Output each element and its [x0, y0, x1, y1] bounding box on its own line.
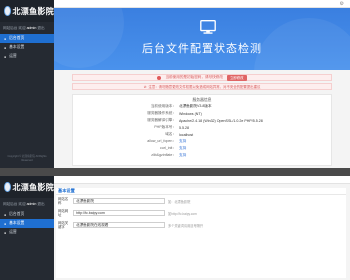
warning-icon: [157, 75, 162, 80]
field-label: 网站名称: [58, 197, 69, 205]
gear-icon[interactable]: ⚙: [340, 1, 344, 7]
settings-screenshot: 北漂鱼影院 网站后台 欢迎 admin 退出 ● 后台首页 ● 基本设置 ● 运…: [0, 176, 350, 280]
sidebar-item-label: 基本设置: [9, 45, 25, 49]
welcome-text: 网站后台 欢迎 admin 退出: [3, 26, 45, 30]
sidebar-item-home[interactable]: ● 后台首页: [0, 210, 54, 219]
hero-banner: 后台文件配置状态检测: [54, 8, 350, 70]
screenshot-divider: [0, 168, 350, 176]
sidebar-item-operations[interactable]: ● 运营: [0, 228, 54, 237]
field-hint: 多个关键词请用逗号隔开: [168, 223, 204, 228]
form-row: 网站关键字 北漂鱼影院在线观看 多个关键词请用逗号隔开: [56, 219, 346, 231]
sidebar-item-settings[interactable]: ● 基本设置: [0, 219, 54, 228]
welcome-text: 网站后台 欢迎 admin 退出: [3, 202, 45, 206]
password-warning: 当前使用的是初始密码，请尽快修改 立即修改: [72, 74, 332, 81]
monitor-icon: [200, 20, 216, 34]
info-row: PHP版本号： 5.5.28: [154, 125, 189, 130]
copyright: Copyright © 北漂鱼影院 All Rights Reserved: [7, 155, 47, 162]
sidebar-item-label: 后台首页: [9, 212, 25, 216]
bullet-icon: ●: [4, 45, 7, 50]
bullet-icon: ●: [4, 36, 7, 41]
info-row: zlib&gzinflate： 支持: [151, 153, 187, 157]
sidebar-item-operations[interactable]: ● 运营: [0, 52, 54, 61]
sidebar-item-label: 后台首页: [9, 36, 25, 40]
change-password-button[interactable]: 立即修改: [226, 74, 247, 81]
info-row: 服务器操作系统： Windows (NT): [147, 111, 202, 116]
hero-title: 后台文件配置状态检测: [142, 43, 262, 55]
bullet-icon: ●: [4, 230, 7, 235]
field-label: 网站关键字: [58, 221, 69, 229]
settings-form: 基本设置 网站名称 北漂鱼影院 如：北漂鱼影院 网站网址 http://fc.b…: [56, 188, 346, 278]
top-header: [54, 176, 350, 184]
sidebar-item-home[interactable]: ● 后台首页: [0, 34, 54, 43]
site-name-input[interactable]: 北漂鱼影院: [73, 198, 165, 204]
brand-name: 北漂鱼影院: [12, 182, 54, 192]
fish-logo-icon: [4, 182, 11, 192]
permission-notice-text: 注意：请勿随意更改文件权限以免造成网站异常，对不安全的配置提出建议: [148, 85, 261, 89]
field-hint: 如http://fc.baipy.com: [168, 211, 197, 216]
info-row: curl_init： 支持: [160, 146, 187, 150]
sidebar-item-settings[interactable]: ● 基本设置: [0, 43, 54, 52]
sidebar-item-label: 运营: [9, 54, 17, 58]
bullet-icon: ●: [4, 221, 7, 226]
password-warning-text: 当前使用的是初始密码，请尽快修改: [165, 75, 223, 79]
top-header: ⚙: [54, 0, 350, 8]
alert-icon: ⊘: [143, 84, 147, 89]
info-row: allow_url_fopen： 支持: [147, 139, 187, 143]
form-title: 基本设置: [56, 188, 346, 195]
fish-logo-icon: [4, 6, 11, 16]
info-row: 当前使用版本： 北漂鱼影院V3.8版本: [150, 104, 212, 108]
sidebar-item-label: 基本设置: [9, 221, 25, 225]
form-row: 网站名称 北漂鱼影院 如：北漂鱼影院: [56, 195, 346, 207]
site-url-input[interactable]: http://fc.baipy.com: [73, 210, 165, 216]
status-screenshot: 北漂鱼影院 网站后台 欢迎 admin 退出 ● 后台首页 ● 基本设置 ● 运…: [0, 0, 350, 168]
logo[interactable]: 北漂鱼影院: [0, 0, 54, 22]
bullet-icon: ●: [4, 212, 7, 217]
site-keywords-input[interactable]: 北漂鱼影院在线观看: [73, 222, 165, 228]
server-info-panel: 服务器信息 当前使用版本： 北漂鱼影院V3.8版本 服务器操作系统： Windo…: [72, 94, 332, 166]
info-row: 域名： localhost: [165, 132, 194, 137]
sidebar-item-label: 运营: [9, 230, 17, 234]
field-label: 网站网址: [58, 209, 69, 217]
permission-notice: ⊘ 注意：请勿随意更改文件权限以免造成网站异常，对不安全的配置提出建议: [72, 83, 332, 90]
logo[interactable]: 北漂鱼影院: [0, 176, 54, 198]
form-row: 网站网址 http://fc.baipy.com 如http://fc.baip…: [56, 207, 346, 219]
sidebar: 北漂鱼影院 网站后台 欢迎 admin 退出 ● 后台首页 ● 基本设置 ● 运…: [0, 176, 54, 280]
field-hint: 如：北漂鱼影院: [168, 199, 191, 204]
logout-link[interactable]: 退出: [37, 202, 44, 206]
info-row: 服务器解译引擎： Apache/2.4.18 (Win32) OpenSSL/1…: [147, 118, 263, 123]
logout-link[interactable]: 退出: [37, 26, 44, 30]
server-info-title: 服务器信息: [192, 98, 212, 102]
bullet-icon: ●: [4, 54, 7, 59]
brand-name: 北漂鱼影院: [12, 6, 54, 16]
sidebar: 北漂鱼影院 网站后台 欢迎 admin 退出 ● 后台首页 ● 基本设置 ● 运…: [0, 0, 54, 168]
decor-circle: [54, 8, 124, 68]
